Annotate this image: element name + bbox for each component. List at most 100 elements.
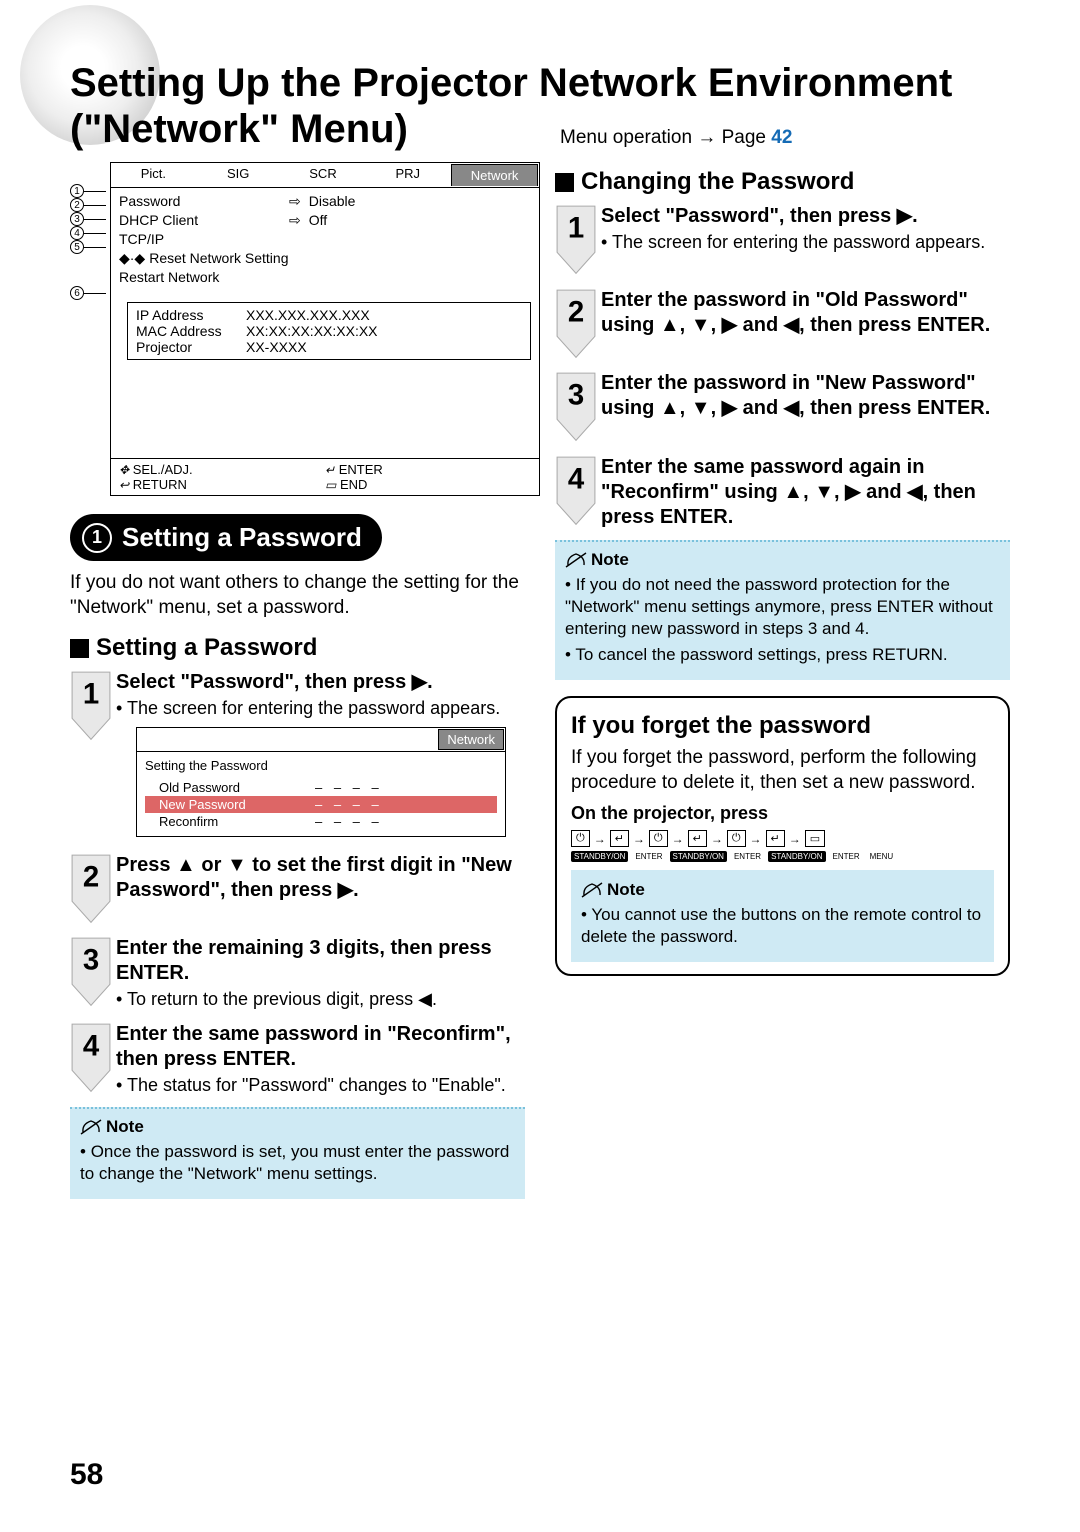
seq-label: STANDBY/ON [571,851,628,862]
step-heading: Enter the same password in "Reconfirm", … [116,1022,525,1072]
pw-row-label: Reconfirm [145,814,315,829]
step-badge: 1 [555,204,601,278]
network-menu-osd: Pict. SIG SCR PRJ Network Password⇨ Disab… [110,162,540,496]
section-pill-setting-password: 1 Setting a Password [70,514,382,561]
button-sequence-labels: STANDBY/ON ENTER STANDBY/ON ENTER STANDB… [571,851,994,862]
forget-text: If you forget the password, perform the … [571,746,994,795]
note-block: Note You cannot use the buttons on the r… [571,870,994,962]
step-body: To return to the previous digit, press ◀… [116,989,437,1009]
step: 2 Press ▲ or ▼ to set the first digit in… [70,853,525,927]
osd-tab: Pict. [111,163,196,187]
dpad-icon [119,462,129,477]
step: 1 Select "Password", then press ▶.The sc… [555,204,1010,278]
osd-callouts: 1 2 3 4 5 6 [70,184,106,300]
seq-label: STANDBY/ON [768,851,825,862]
pw-osd-title: Setting the Password [145,758,497,773]
step-heading: Enter the password in "Old Password" usi… [601,288,1010,338]
step-heading: Select "Password", then press ▶. [116,670,525,695]
pw-row-label: Old Password [145,780,315,795]
info-key: Projector [136,339,246,355]
subhead-setting-password: Setting a Password [70,634,525,662]
note-heading: Note [565,550,1000,570]
note-block: Note Once the password is set, you must … [70,1107,525,1199]
pw-row-val: – – – – [315,814,383,829]
step-heading: Enter the remaining 3 digits, then press… [116,936,525,986]
osd-tab: PRJ [365,163,450,187]
osd-footer: SEL./ADJ. ENTER RETURN END [111,458,539,495]
step: 3 Enter the remaining 3 digits, then pre… [70,936,525,1011]
osd-tabs: Pict. SIG SCR PRJ Network [111,163,539,188]
info-val: XXX.XXX.XXX.XXX [246,307,370,323]
osd-tab: SIG [196,163,281,187]
pill-title: Setting a Password [122,522,362,553]
pw-row-val: – – – – [315,780,383,795]
return-icon [119,477,129,492]
note-icon [80,1118,102,1136]
step: 3 Enter the password in "New Password" u… [555,371,1010,445]
seq-label: STANDBY/ON [670,851,727,862]
osd-item-label: TCP/IP [119,230,289,249]
seq-button: ⏻ [571,830,590,847]
seq-button: ↵ [688,830,707,847]
svg-text:2: 2 [568,295,584,328]
step-heading: Enter the password in "New Password" usi… [601,371,1010,421]
pw-osd-tab: Network [438,729,504,750]
osd-item-label: Password [119,192,289,211]
step-body: The screen for entering the password app… [116,698,500,718]
pw-row-val: – – – – [315,797,383,812]
svg-text:3: 3 [568,379,584,412]
note-label: Note [591,550,629,570]
osd-item-value: Off [309,211,327,230]
svg-text:2: 2 [83,860,99,893]
on-projector-label: On the projector, press [571,803,994,824]
foot-end: END [340,477,367,492]
info-key: IP Address [136,307,246,323]
note-label: Note [106,1117,144,1137]
button-sequence: ⏻→ ↵→ ⏻→ ↵→ ⏻→ ↵→ ▭ [571,830,994,847]
seq-label: ENTER [632,851,665,862]
end-icon [325,477,336,492]
osd-item-label: Reset Network Setting [149,249,288,268]
foot-return: RETURN [133,477,187,492]
step-badge: 4 [70,1022,116,1096]
osd-item-label: Restart Network [119,268,289,287]
note-item: To cancel the password settings, press R… [565,644,1000,666]
seq-button: ↵ [766,830,785,847]
step-badge: 3 [70,936,116,1010]
step-badge: 2 [555,288,601,362]
step-body: The status for "Password" changes to "En… [116,1075,506,1095]
step: 1 Select "Password", then press ▶. The s… [70,670,525,842]
subhead-text: Changing the Password [581,168,854,196]
note-heading: Note [581,880,984,900]
osd-item-value: Disable [309,192,356,211]
page-title: Setting Up the Projector Network Environ… [70,60,1010,152]
subhead-text: Setting a Password [96,634,317,662]
foot-enter: ENTER [339,462,383,477]
info-key: MAC Address [136,323,246,339]
osd-tab: SCR [281,163,366,187]
step-heading: Enter the same password again in "Reconf… [601,455,1010,530]
svg-text:1: 1 [83,678,99,711]
note-icon [565,551,587,569]
forget-password-box: If you forget the password If you forget… [555,696,1010,977]
osd-tab-selected: Network [451,164,538,186]
chevron-right-icon: ⇨ [289,192,301,211]
chevron-right-icon: ⇨ [289,211,301,230]
step-badge: 1 [70,670,116,744]
forget-title: If you forget the password [571,712,994,740]
step: 2 Enter the password in "Old Password" u… [555,288,1010,362]
seq-button: ⏻ [649,830,668,847]
step-badge: 4 [555,455,601,529]
pill-number: 1 [82,523,112,553]
svg-text:4: 4 [568,462,585,495]
step-badge: 2 [70,853,116,927]
step: 4 Enter the same password in "Reconfirm"… [70,1022,525,1097]
note-heading: Note [80,1117,515,1137]
diamond-icon: ◆·◆ [119,249,145,268]
svg-text:3: 3 [83,944,99,977]
step-heading: Select "Password", then press ▶. [601,204,1010,229]
seq-button: ▭ [805,830,825,847]
note-label: Note [607,880,645,900]
password-entry-osd: Network Setting the Password Old Passwor… [136,727,506,837]
subhead-changing-password: Changing the Password [555,168,1010,196]
